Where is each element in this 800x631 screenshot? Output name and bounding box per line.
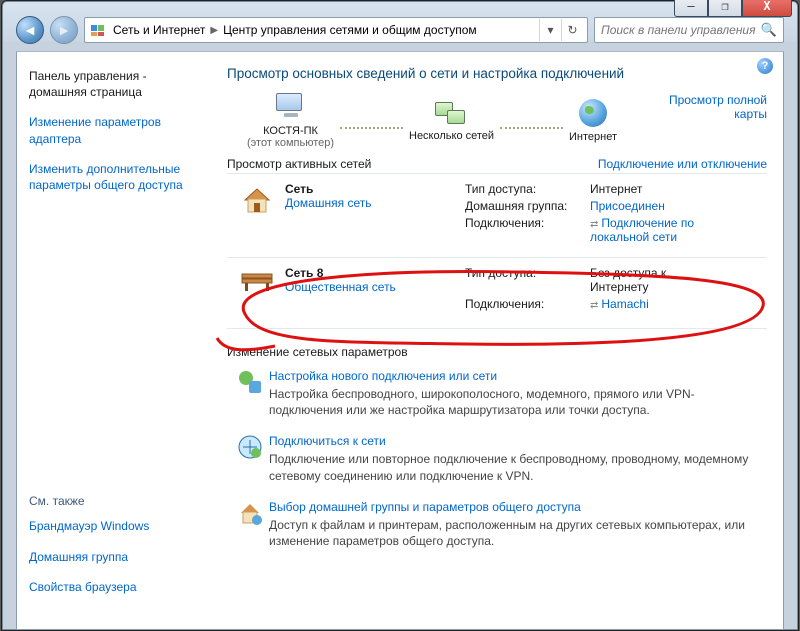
sidebar-sharing-settings[interactable]: Изменить дополнительные параметры общего… — [29, 161, 209, 193]
breadcrumb-seg-network[interactable]: Сеть и Интернет — [113, 23, 205, 37]
connect-network-icon — [237, 434, 263, 460]
network-category-link[interactable]: Домашняя сеть — [285, 196, 371, 210]
search-box[interactable]: 🔍 — [594, 17, 784, 43]
task-new-connection-link[interactable]: Настройка нового подключения или сети — [269, 369, 497, 383]
globe-icon — [579, 99, 607, 127]
search-icon: 🔍 — [761, 22, 777, 38]
setup-connection-icon — [237, 369, 263, 395]
adapter-icon: ⇄ — [590, 300, 598, 311]
seealso-browser[interactable]: Свойства браузера — [29, 579, 209, 595]
network-category-link[interactable]: Общественная сеть — [285, 280, 396, 294]
map-node-multi[interactable]: Несколько сетей — [409, 100, 494, 142]
chevron-right-icon: ▶ — [210, 25, 218, 36]
net1-access-value: Интернет — [590, 182, 765, 196]
net2-access-value: Без доступа кИнтернету — [590, 266, 765, 294]
network-block-public: Сеть 8 Общественная сеть Тип доступа: Бе… — [227, 258, 767, 322]
task-homegroup-link[interactable]: Выбор домашней группы и параметров общег… — [269, 500, 581, 514]
bench-icon — [240, 270, 274, 292]
window-frame: — ❐ X ◄ ► Сеть и Интернет ▶ Центр управл… — [1, 0, 799, 631]
see-also-heading: См. также — [29, 494, 209, 508]
network-name: Сеть — [285, 182, 313, 196]
connect-disconnect-link[interactable]: Подключение или отключение — [598, 157, 767, 171]
seealso-homegroup[interactable]: Домашняя группа — [29, 549, 209, 565]
nav-back-button[interactable]: ◄ — [16, 16, 44, 44]
sidebar-adapter-settings[interactable]: Изменение параметров адаптера — [29, 114, 209, 146]
hamachi-connection-link[interactable]: Hamachi — [601, 297, 648, 311]
task-connect-network[interactable]: Подключиться к сети Подключение или повт… — [227, 434, 767, 483]
homegroup-icon — [237, 500, 263, 526]
map-link-line — [500, 127, 563, 129]
breadcrumb-seg-center[interactable]: Центр управления сетями и общим доступом — [223, 23, 477, 37]
view-full-map-link[interactable]: Просмотр полной карты — [637, 93, 767, 121]
task-homegroup-sharing[interactable]: Выбор домашней группы и параметров общег… — [227, 500, 767, 549]
networks-icon — [435, 100, 469, 126]
map-link-line — [340, 127, 403, 129]
map-node-internet[interactable]: Интернет — [569, 99, 617, 143]
network-name: Сеть 8 — [285, 266, 323, 280]
network-block-home: Сеть Домашняя сеть Тип доступа: Интернет… — [227, 174, 767, 255]
page-title: Просмотр основных сведений о сети и наст… — [227, 66, 767, 81]
refresh-button[interactable]: ↻ — [561, 19, 583, 41]
map-node-pc[interactable]: КОСТЯ-ПК (этот компьютер) — [247, 93, 334, 149]
search-input[interactable] — [601, 23, 761, 37]
task-new-connection[interactable]: Настройка нового подключения или сети На… — [227, 369, 767, 418]
seealso-firewall[interactable]: Брандмауэр Windows — [29, 518, 209, 534]
main-pane: Просмотр основных сведений о сети и наст… — [221, 52, 783, 629]
lan-connection-link[interactable]: Подключение полокальной сети — [590, 216, 694, 244]
breadcrumb-bar[interactable]: Сеть и Интернет ▶ Центр управления сетям… — [84, 17, 588, 43]
change-settings-heading: Изменение сетевых параметров — [227, 345, 767, 359]
nav-forward-button[interactable]: ► — [50, 16, 78, 44]
sidebar-home[interactable]: Панель управления - домашняя страница — [29, 68, 209, 100]
control-panel-icon — [89, 21, 107, 39]
task-connect-link[interactable]: Подключиться к сети — [269, 434, 386, 448]
adapter-icon: ⇄ — [590, 219, 598, 230]
house-icon — [241, 186, 273, 214]
active-networks-heading: Просмотр активных сетей — [227, 157, 371, 171]
breadcrumb-dropdown[interactable]: ▾ — [539, 19, 561, 41]
homegroup-status-link[interactable]: Присоединен — [590, 199, 665, 213]
sidebar: Панель управления - домашняя страница Из… — [17, 52, 221, 629]
monitor-icon — [276, 93, 306, 121]
